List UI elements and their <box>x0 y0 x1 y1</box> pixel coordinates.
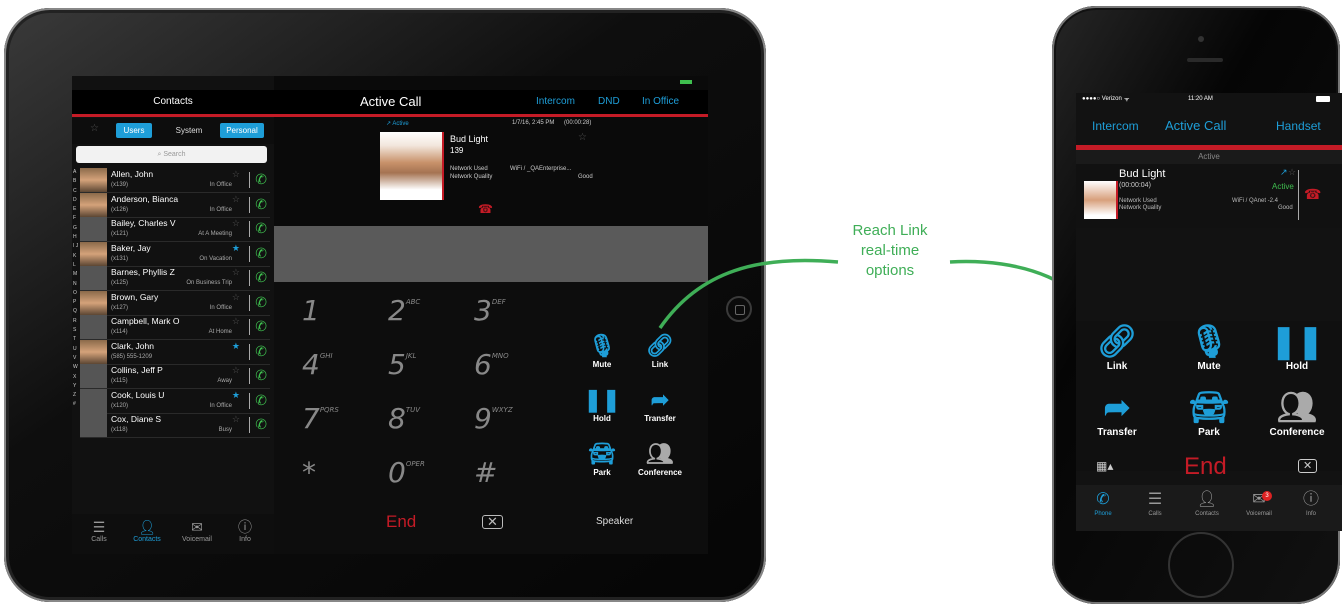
keypad-toggle-icon[interactable]: ▦▴ <box>1096 459 1113 473</box>
hold-label: Hold <box>1285 361 1309 372</box>
park-button[interactable]: 🚘︎ Park <box>1174 387 1244 438</box>
tab-contacts[interactable]: 👤︎ Contacts <box>1182 489 1232 517</box>
tab-info-label: Info <box>1305 511 1316 517</box>
car-icon: 🚘︎ <box>1188 389 1230 425</box>
wifi-icon: ᯤ <box>1124 97 1130 103</box>
ios-status-bar: ●●●●○ Verizon ᯤ 11:20 AM <box>1076 93 1342 109</box>
carrier-signal: ●●●●○ Verizon <box>1082 96 1122 102</box>
envelope-icon: ✉ <box>1252 491 1266 508</box>
conference-button[interactable]: 👥︎ Conference <box>1262 387 1332 438</box>
link-button[interactable]: 🔗︎ Link <box>1082 321 1152 372</box>
conference-label: Conference <box>1269 427 1325 438</box>
transfer-arrow-icon: ➦ <box>1103 389 1131 425</box>
tab-phone[interactable]: ✆ Phone <box>1078 489 1128 517</box>
network-used-label: Network Used <box>1119 198 1157 204</box>
group-icon: 👥︎ <box>1276 389 1318 425</box>
phone-icon: ✆ <box>1096 491 1110 508</box>
network-used-value: WiFi / QAnet -2.4 <box>1232 198 1279 204</box>
mute-label: Mute <box>1197 361 1221 372</box>
hold-button[interactable]: ❚❚ Hold <box>1262 321 1332 372</box>
favorite-star-icon[interactable]: ☆ <box>1288 167 1296 178</box>
list-icon: ☰ <box>1147 491 1163 508</box>
tab-voicemail[interactable]: ✉ 3 Voicemail <box>1234 489 1284 517</box>
iphone-screen: ●●●●○ Verizon ᯤ 11:20 AM Intercom Active… <box>1076 93 1342 531</box>
transfer-label: Transfer <box>1097 427 1137 438</box>
iphone-speaker-grille <box>1187 58 1223 62</box>
network-quality-value: Good <box>1278 205 1293 211</box>
tab-phone-label: Phone <box>1094 511 1112 517</box>
tab-calls[interactable]: ☰ Calls <box>1130 489 1180 517</box>
call-card: Bud Light (00:00:04) Network Used Networ… <box>1076 164 1342 228</box>
person-icon: 👤︎ <box>1196 491 1218 508</box>
transfer-button[interactable]: ➦ Transfer <box>1082 387 1152 438</box>
call-status: Active <box>1272 182 1294 191</box>
status-time: 11:20 AM <box>1188 96 1213 102</box>
voicemail-badge: 3 <box>1262 491 1272 501</box>
end-call-row: ▦▴ End ✕ <box>1076 453 1342 483</box>
tab-voicemail-label: Voicemail <box>1246 511 1272 517</box>
link-label: Link <box>1106 361 1128 372</box>
link-icon: 🔗︎ <box>1096 323 1138 359</box>
call-duration: (00:00:04) <box>1119 182 1151 189</box>
microphone-off-icon: 🎙︎ <box>1188 323 1230 359</box>
call-direction-icon: ↗ <box>1280 167 1288 177</box>
park-label: Park <box>1198 427 1220 438</box>
active-section-label: Active <box>1076 150 1342 164</box>
network-quality-label: Network Quality <box>1119 205 1162 211</box>
iphone-camera <box>1198 36 1204 42</box>
end-call-button[interactable]: End <box>1184 453 1227 481</box>
info-icon: ⓘ <box>1302 491 1319 508</box>
tab-contacts-label: Contacts <box>1195 511 1219 517</box>
caller-name: Bud Light <box>1119 168 1166 180</box>
card-separator <box>1298 170 1299 220</box>
iphone-tab-bar: ✆ Phone ☰ Calls 👤︎ Contacts ✉ 3 Voicemail ⓘ In… <box>1076 485 1342 531</box>
intercom-link[interactable]: Intercom <box>1092 119 1139 133</box>
iphone-home-button[interactable] <box>1168 532 1234 598</box>
arrow-to-ipad-link <box>658 258 839 329</box>
iphone-header: Intercom Active Call Handset <box>1076 109 1342 143</box>
mute-button[interactable]: 🎙︎ Mute <box>1174 321 1244 372</box>
pause-icon: ❚❚ <box>1270 323 1324 359</box>
caller-photo <box>1084 181 1118 219</box>
battery-icon <box>1316 96 1330 102</box>
call-options-grid: 🔗︎ Link 🎙︎ Mute ❚❚ Hold ➦ Transfer 🚘︎ Park 👥︎… <box>1076 321 1342 471</box>
hangup-icon[interactable]: ☎ <box>1304 186 1321 203</box>
tab-info[interactable]: ⓘ Info <box>1286 489 1336 517</box>
active-call-title: Active Call <box>1165 118 1227 133</box>
backspace-icon[interactable]: ✕ <box>1298 459 1318 473</box>
tab-calls-label: Calls <box>1148 511 1162 517</box>
handset-link[interactable]: Handset <box>1276 119 1321 133</box>
